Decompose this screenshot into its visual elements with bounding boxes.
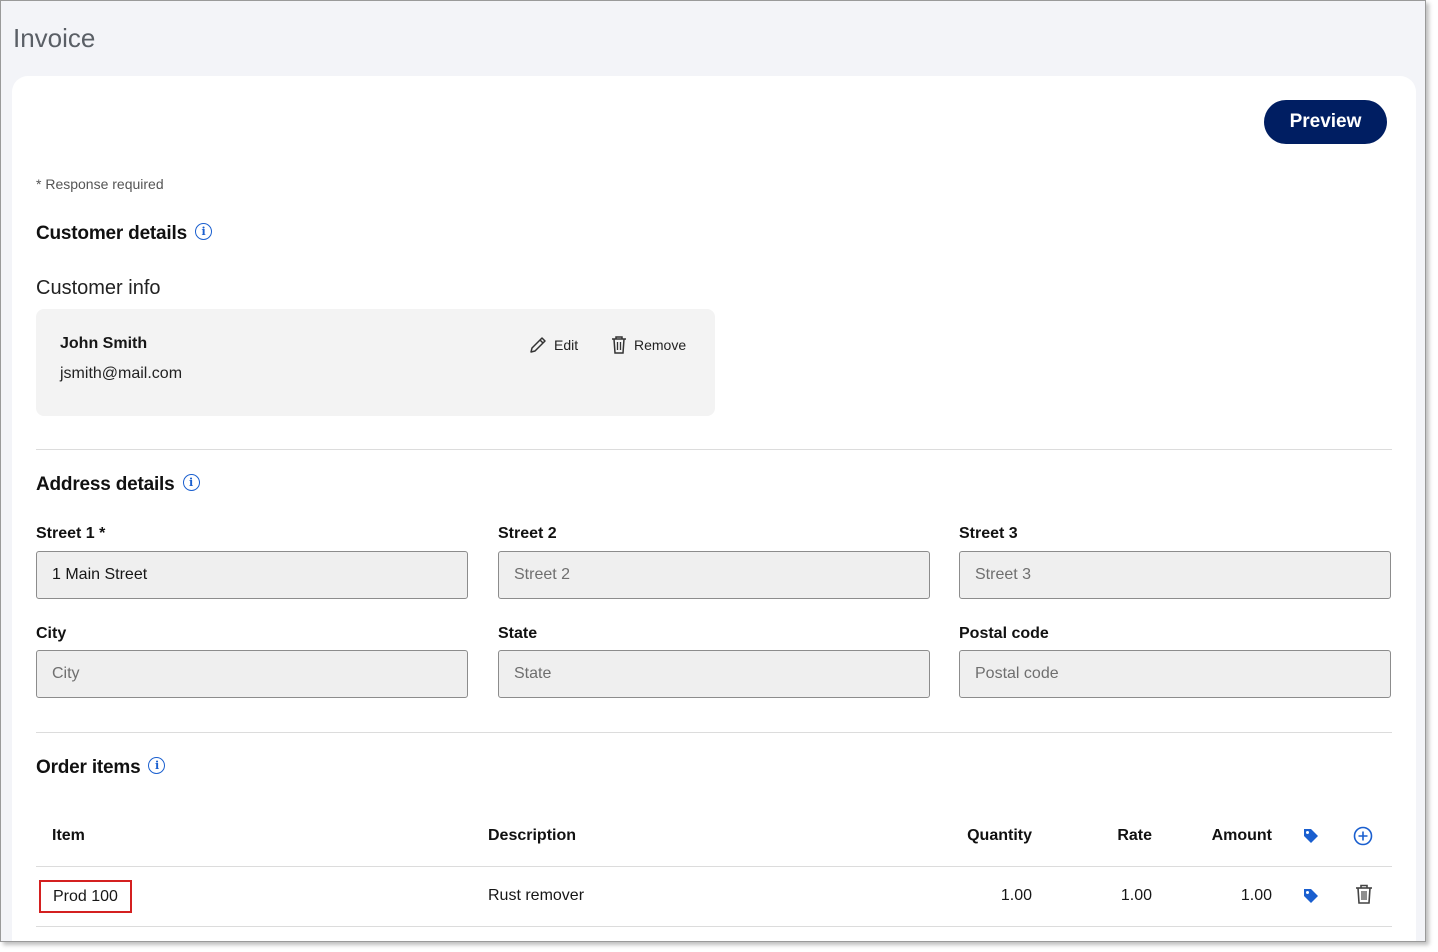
street1-label: Street 1 * xyxy=(36,525,106,542)
column-header-item: Item xyxy=(52,827,85,844)
postal-code-input[interactable] xyxy=(959,650,1391,698)
page-title: Invoice xyxy=(13,23,96,53)
customer-details-title: Customer details xyxy=(36,223,187,244)
pencil-icon xyxy=(530,337,546,353)
street3-label: Street 3 xyxy=(959,525,1018,542)
address-details-title: Address details xyxy=(36,474,175,495)
invoice-form-card: Preview * Response required Customer det… xyxy=(12,76,1416,941)
street2-label: Street 2 xyxy=(498,525,557,542)
edit-customer-button[interactable]: Edit xyxy=(528,335,578,355)
tag-icon[interactable] xyxy=(1302,887,1320,905)
address-details-heading: Address details i xyxy=(36,473,200,496)
add-circle-icon[interactable] xyxy=(1353,826,1373,846)
rate-cell[interactable]: 1.00 xyxy=(1052,887,1152,905)
customer-email: jsmith@mail.com xyxy=(60,365,183,382)
amount-cell: 1.00 xyxy=(1240,887,1272,904)
column-header-amount: Amount xyxy=(1211,827,1272,844)
tag-icon[interactable] xyxy=(1302,827,1320,845)
trash-icon[interactable] xyxy=(1354,883,1374,905)
info-icon[interactable]: i xyxy=(194,222,212,240)
customer-details-heading: Customer details i xyxy=(36,222,212,245)
app-window: Invoice Preview * Response required Cust… xyxy=(0,0,1426,942)
customer-card: John Smith jsmith@mail.com Edit Remove xyxy=(36,309,715,416)
customer-name: John Smith xyxy=(60,335,148,352)
city-label: City xyxy=(36,625,67,642)
section-divider xyxy=(36,732,1392,733)
city-input[interactable] xyxy=(36,650,468,698)
customer-info-subtitle: Customer info xyxy=(36,277,161,299)
preview-button[interactable]: Preview xyxy=(1264,100,1387,144)
postal-code-label: Postal code xyxy=(959,625,1049,642)
table-divider xyxy=(36,866,1392,867)
order-items-title: Order items xyxy=(36,757,141,778)
column-header-description: Description xyxy=(488,827,577,844)
item-cell[interactable]: Prod 100 xyxy=(39,880,132,913)
table-divider xyxy=(36,926,1392,927)
order-items-heading: Order items i xyxy=(36,756,166,779)
required-note: * Response required xyxy=(36,176,164,192)
street2-input[interactable] xyxy=(498,551,930,599)
street1-input[interactable] xyxy=(36,551,468,599)
quantity-cell[interactable]: 1.00 xyxy=(912,887,1032,905)
remove-label: Remove xyxy=(634,337,687,353)
edit-label: Edit xyxy=(554,337,579,353)
column-header-rate: Rate xyxy=(1117,827,1152,844)
info-icon[interactable]: i xyxy=(182,473,200,491)
column-header-quantity: Quantity xyxy=(967,827,1032,844)
description-cell[interactable]: Rust remover xyxy=(488,887,584,905)
section-divider xyxy=(36,449,1392,450)
info-icon[interactable]: i xyxy=(148,756,166,774)
trash-icon xyxy=(612,336,626,354)
remove-customer-button[interactable]: Remove xyxy=(610,335,686,355)
state-input[interactable] xyxy=(498,650,930,698)
street3-input[interactable] xyxy=(959,551,1391,599)
state-label: State xyxy=(498,625,538,642)
